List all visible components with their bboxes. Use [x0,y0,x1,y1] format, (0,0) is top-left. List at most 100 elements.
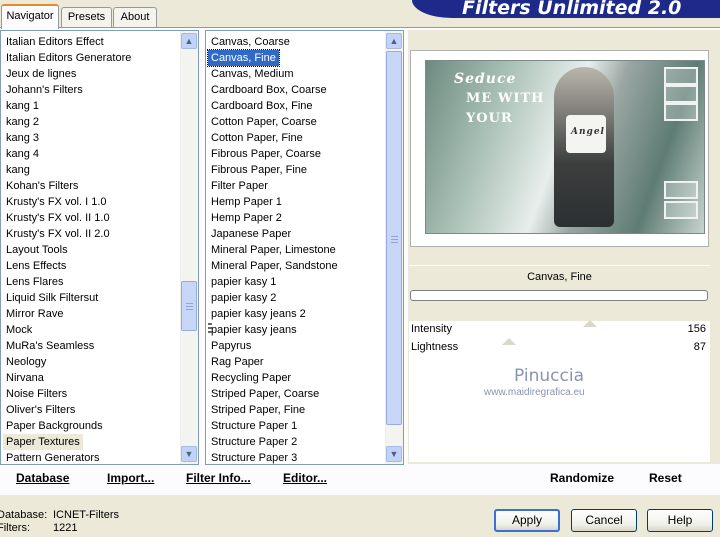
list-item[interactable]: kang [3,162,33,178]
scroll-thumb[interactable] [181,281,197,331]
tab-label: About [120,11,150,23]
list-item[interactable]: Filter Paper [208,178,271,194]
slider-marker [583,320,597,327]
list-item[interactable]: Fibrous Paper, Coarse [208,146,324,162]
list-item[interactable]: kang 3 [3,130,42,146]
randomize-button[interactable]: Randomize [550,471,614,485]
list-item[interactable]: Cotton Paper, Fine [208,130,306,146]
scroll-down-icon[interactable]: ▼ [181,446,197,462]
app-title: Filters Unlimited 2.0 [462,0,682,19]
list-item[interactable]: Mirror Rave [3,306,66,322]
image-caption: YOUR [466,111,513,126]
help-button[interactable]: Help [647,509,713,532]
scroll-up-icon[interactable]: ▲ [181,33,197,49]
list-item[interactable]: Krusty's FX vol. I 1.0 [3,194,110,210]
param-row-intensity[interactable]: Intensity 156 [409,320,710,340]
list-item[interactable]: Jeux de lignes [3,66,79,82]
param-label: Lightness [411,341,459,353]
list-item[interactable]: Liquid Silk Filtersut [3,290,101,306]
list-item[interactable]: Oliver's Filters [3,402,78,418]
list-item[interactable]: papier kasy jeans [208,322,300,338]
tab-presets[interactable]: Presets [61,7,112,27]
grip-line [186,306,193,307]
tab-navigator[interactable]: Navigator [1,4,59,29]
list-item[interactable]: Fibrous Paper, Fine [208,162,310,178]
list-item[interactable]: Italian Editors Effect [3,34,107,50]
param-row-empty [409,429,710,448]
apply-button[interactable]: Apply [494,509,560,532]
list-item[interactable]: Italian Editors Generatore [3,50,134,66]
scroll-up-icon[interactable]: ▲ [386,33,402,49]
mini-frame [664,103,698,121]
editor-button[interactable]: Editor... [283,471,327,485]
scroll-down-icon[interactable]: ▼ [386,446,402,462]
category-scrollbar[interactable]: ▲ ▼ [180,31,198,464]
database-value: ICNET-Filters [53,509,119,521]
list-item[interactable]: Layout Tools [3,242,71,258]
list-item[interactable]: Striped Paper, Fine [208,402,308,418]
list-item[interactable]: Canvas, Medium [208,66,297,82]
divider [409,265,710,266]
list-item[interactable]: Pattern Generators [3,450,103,464]
grip-line [186,303,193,304]
database-button[interactable]: Database [16,471,69,485]
list-item[interactable]: Krusty's FX vol. II 1.0 [3,210,113,226]
database-label: Database: [0,509,48,521]
list-item[interactable]: kang 2 [3,114,42,130]
list-item[interactable]: Johann's Filters [3,82,86,98]
progress-bar [410,290,708,301]
reset-button[interactable]: Reset [649,471,682,485]
list-item[interactable]: Mock [3,322,35,338]
tab-about[interactable]: About [113,7,157,27]
list-item[interactable]: Lens Effects [3,258,69,274]
list-item[interactable]: Papyrus [208,338,254,354]
list-item[interactable]: Neology [3,354,49,370]
list-item[interactable]: kang 1 [3,98,42,114]
list-item[interactable]: Krusty's FX vol. II 2.0 [3,226,113,242]
list-item[interactable]: Kohan's Filters [3,178,81,194]
filters-count: 1221 [53,522,78,534]
filter-list[interactable]: Canvas, Coarse Canvas, Fine Canvas, Medium… [205,30,404,465]
list-item[interactable]: papier kasy 1 [208,274,279,290]
list-item[interactable]: Mineral Paper, Sandstone [208,258,341,274]
list-item[interactable]: Hemp Paper 2 [208,210,285,226]
list-item[interactable]: Paper Textures [3,434,83,450]
param-value: 156 [687,323,706,335]
list-item[interactable]: Canvas, Fine [207,49,280,67]
list-item[interactable]: Lens Flares [3,274,66,290]
scroll-thumb[interactable] [386,51,402,425]
list-item[interactable]: Mineral Paper, Limestone [208,242,339,258]
list-item[interactable]: Structure Paper 3 [208,450,300,464]
list-item[interactable]: Recycling Paper [208,370,294,386]
watermark-name: Pinuccia [514,366,584,386]
watermark-url: www.maidiregrafica.eu [484,387,585,398]
import-button[interactable]: Import... [107,471,154,485]
list-item[interactable]: Canvas, Coarse [208,34,293,50]
list-item[interactable]: Paper Backgrounds [3,418,106,434]
list-item[interactable]: papier kasy 2 [208,290,279,306]
list-item[interactable]: papier kasy jeans 2 [208,306,309,322]
list-item[interactable]: MuRa's Seamless [3,338,97,354]
filter-info-button[interactable]: Filter Info... [186,471,251,485]
list-item[interactable]: Cotton Paper, Coarse [208,114,320,130]
list-item[interactable]: Rag Paper [208,354,267,370]
list-item[interactable]: Striped Paper, Coarse [208,386,322,402]
list-item[interactable]: Noise Filters [3,386,70,402]
list-item[interactable]: Structure Paper 1 [208,418,300,434]
list-item[interactable]: Cardboard Box, Fine [208,98,316,114]
list-item[interactable]: Japanese Paper [208,226,294,242]
image-caption: Seduce [454,71,517,87]
list-item[interactable]: Cardboard Box, Coarse [208,82,330,98]
cancel-button[interactable]: Cancel [571,509,637,532]
mini-frame [664,181,698,199]
param-row-lightness[interactable]: Lightness 87 [409,338,710,358]
list-item[interactable]: Nirvana [3,370,47,386]
list-item[interactable]: Structure Paper 2 [208,434,300,450]
filter-scrollbar[interactable]: ▲ ▼ [385,31,403,464]
category-list[interactable]: Italian Editors Effect Italian Editors Ge… [0,30,199,465]
grip-line [391,242,398,243]
list-item[interactable]: kang 4 [3,146,42,162]
list-item[interactable]: Hemp Paper 1 [208,194,285,210]
tab-label: Presets [67,11,106,23]
preview-image[interactable]: Seduce ME WITH YOUR Angel [425,60,705,234]
